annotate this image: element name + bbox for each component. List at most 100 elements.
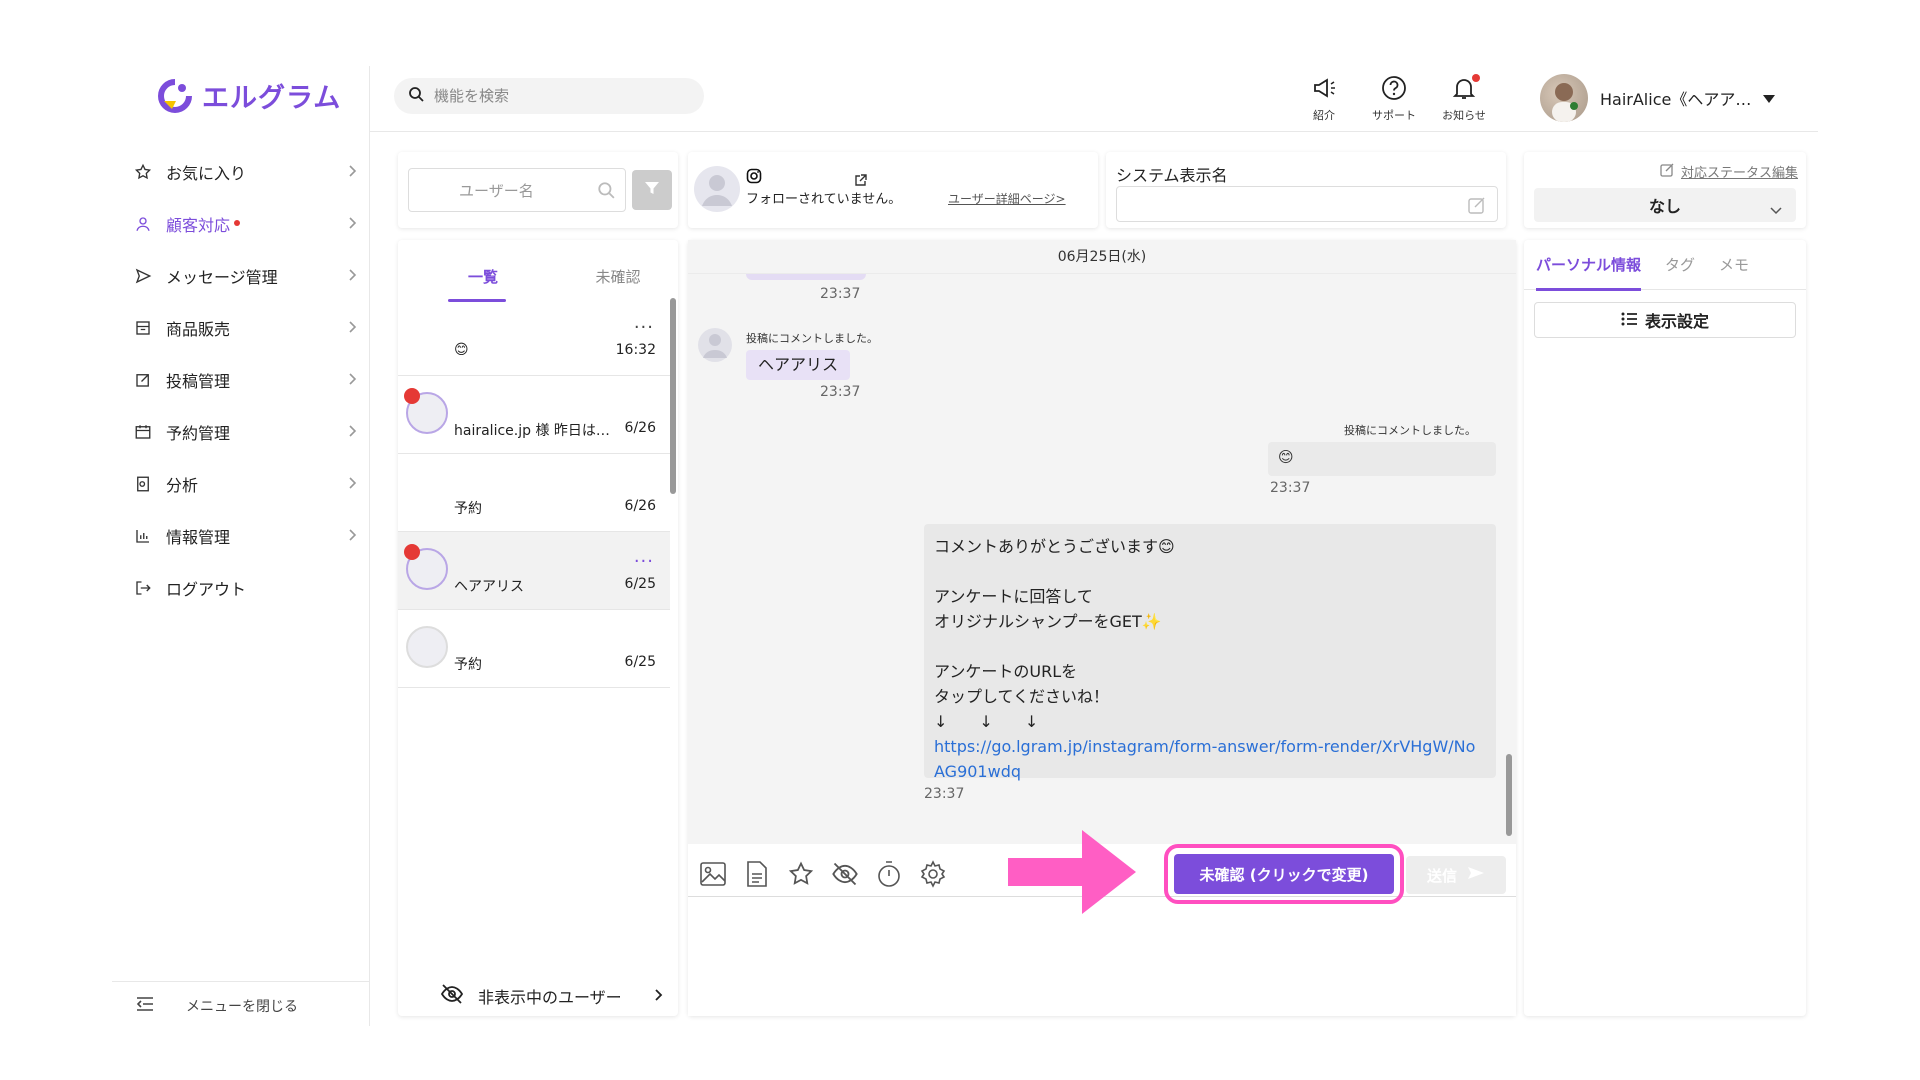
person-icon	[132, 213, 154, 235]
topbar: 紹介 サポート お知らせ HairAlice《ヘアア…	[370, 66, 1818, 132]
sidebar-item-label: 情報管理	[166, 528, 231, 547]
sidebar-item-label: 投稿管理	[166, 372, 231, 391]
conversation-item-selected[interactable]: ... ヘアアリス 6/25	[398, 532, 670, 610]
unconfirmed-toggle-button[interactable]: 未確認 (クリックで変更)	[1164, 844, 1404, 904]
message-time: 23:37	[1270, 480, 1311, 496]
sidebar-item-messages[interactable]: メッセージ管理	[132, 250, 360, 302]
hidden-users-label: 非表示中のユーザー	[478, 988, 622, 1007]
message-line: アンケートに回答して	[934, 587, 1093, 606]
sidebar-item-favorites[interactable]: お気に入り	[132, 146, 360, 198]
logo[interactable]: エルグラム	[156, 76, 341, 115]
sidebar-item-label: メッセージ管理	[166, 268, 278, 287]
tab-tags[interactable]: タグ	[1653, 250, 1707, 290]
timer-icon[interactable]	[874, 859, 904, 889]
system-name-panel: システム表示名	[1106, 152, 1506, 228]
message-bubble-sent: コメントありがとうございます😊 アンケートに回答して オリジナルシャンプーをGE…	[924, 524, 1496, 781]
form-link[interactable]: https://go.lgram.jp/instagram/form-answe…	[934, 737, 1475, 781]
tab-all[interactable]: 一覧	[398, 266, 568, 302]
scrollbar[interactable]	[670, 298, 676, 494]
conversation-item[interactable]: 予約 6/26	[398, 454, 670, 532]
conversation-item[interactable]: hairalice.jp 様 昨日は… 6/26	[398, 376, 670, 454]
conversation-time: 6/25	[624, 576, 656, 592]
menu-collapse-icon	[136, 996, 154, 1016]
instagram-icon	[746, 168, 762, 184]
message-line: コメントありがとうございます😊	[934, 537, 1175, 556]
message-text: 😊	[1278, 448, 1294, 466]
more-icon[interactable]: ...	[634, 312, 654, 333]
avatar	[698, 328, 732, 362]
intro-button[interactable]: 紹介	[1300, 74, 1348, 123]
system-name-input[interactable]	[1116, 186, 1498, 222]
scrollbar[interactable]	[1506, 754, 1512, 836]
chevron-right-icon	[344, 371, 360, 387]
display-settings-label: 表示設定	[1644, 312, 1709, 331]
tab-memo[interactable]: メモ	[1707, 250, 1761, 290]
chevron-right-icon	[344, 215, 360, 231]
notifications-button[interactable]: お知らせ	[1440, 74, 1488, 123]
conversation-preview: 😊	[454, 342, 469, 358]
edit-icon[interactable]	[1467, 195, 1487, 219]
sidebar-item-label: 顧客対応	[166, 216, 231, 235]
list-icon	[1621, 311, 1637, 330]
conversation-item[interactable]: 予約 6/25	[398, 610, 670, 688]
gear-icon[interactable]	[918, 859, 948, 889]
unread-dot	[404, 544, 420, 560]
chevron-down-icon	[1770, 200, 1782, 219]
send-button[interactable]: 送信	[1406, 856, 1506, 894]
document-icon[interactable]	[742, 859, 772, 889]
message-time: 23:37	[820, 384, 861, 400]
logout-icon	[132, 577, 154, 599]
eye-off-icon[interactable]	[830, 859, 860, 889]
tab-unconfirmed[interactable]: 未確認	[568, 266, 668, 292]
username-placeholder: ユーザー名	[459, 181, 534, 200]
status-select[interactable]: なし	[1534, 188, 1796, 222]
close-menu-button[interactable]: メニューを閉じる	[136, 996, 298, 1016]
send-label: 送信	[1426, 866, 1457, 885]
search-icon	[597, 181, 615, 203]
status-edit-link[interactable]: 対応ステータス編集	[1660, 162, 1798, 181]
conversation-preview: 予約	[454, 501, 482, 517]
notification-dot	[234, 220, 241, 226]
top-icon-label: サポート	[1372, 109, 1416, 122]
top-icon-label: 紹介	[1313, 109, 1335, 122]
sidebar-item-label: お気に入り	[166, 164, 247, 183]
display-settings-button[interactable]: 表示設定	[1534, 302, 1796, 338]
sidebar-item-logout[interactable]: ログアウト	[132, 562, 360, 614]
more-icon[interactable]: ...	[634, 546, 654, 567]
chevron-right-icon	[344, 267, 360, 283]
filter-button[interactable]	[632, 170, 672, 210]
divider	[112, 981, 370, 982]
image-icon[interactable]	[698, 859, 728, 889]
megaphone-icon	[1310, 74, 1338, 105]
conversation-preview: 予約	[454, 657, 482, 673]
username-search-input[interactable]: ユーザー名	[408, 168, 626, 212]
message-time: 23:37	[820, 286, 861, 302]
avatar	[694, 166, 740, 212]
conversation-item[interactable]: ... 😊 16:32	[398, 298, 670, 376]
message-line: タップしてくださいね！	[934, 687, 1110, 706]
sidebar-item-customer[interactable]: 顧客対応	[132, 198, 360, 250]
tab-personal-info[interactable]: パーソナル情報	[1524, 250, 1653, 291]
conversation-preview: ヘアアリス	[454, 579, 524, 595]
bar-chart-icon	[132, 525, 154, 547]
message-line	[934, 634, 1486, 659]
search-input[interactable]	[434, 87, 674, 105]
user-menu[interactable]: HairAlice《ヘアア…	[1540, 74, 1776, 122]
star-icon[interactable]	[786, 859, 816, 889]
sidebar-item-posts[interactable]: 投稿管理	[132, 354, 360, 406]
chat-list-tabs: 一覧 未確認	[398, 266, 668, 302]
hidden-users-button[interactable]: 非表示中のユーザー	[440, 984, 664, 1008]
sidebar-item-sales[interactable]: 商品販売	[132, 302, 360, 354]
report-icon	[132, 473, 154, 495]
sidebar-item-info[interactable]: 情報管理	[132, 510, 360, 562]
right-panel-tabs: パーソナル情報 タグ メモ	[1524, 250, 1806, 291]
notification-dot	[1472, 74, 1480, 82]
follow-status: フォローされていません。	[746, 192, 902, 207]
sidebar-item-analytics[interactable]: 分析	[132, 458, 360, 510]
sidebar-item-reservations[interactable]: 予約管理	[132, 406, 360, 458]
chevron-right-icon	[344, 475, 360, 491]
conversation-time: 6/25	[624, 654, 656, 670]
user-detail-link[interactable]: ユーザー詳細ページ>	[948, 190, 1066, 207]
store-icon	[132, 317, 154, 339]
support-button[interactable]: サポート	[1370, 74, 1418, 123]
